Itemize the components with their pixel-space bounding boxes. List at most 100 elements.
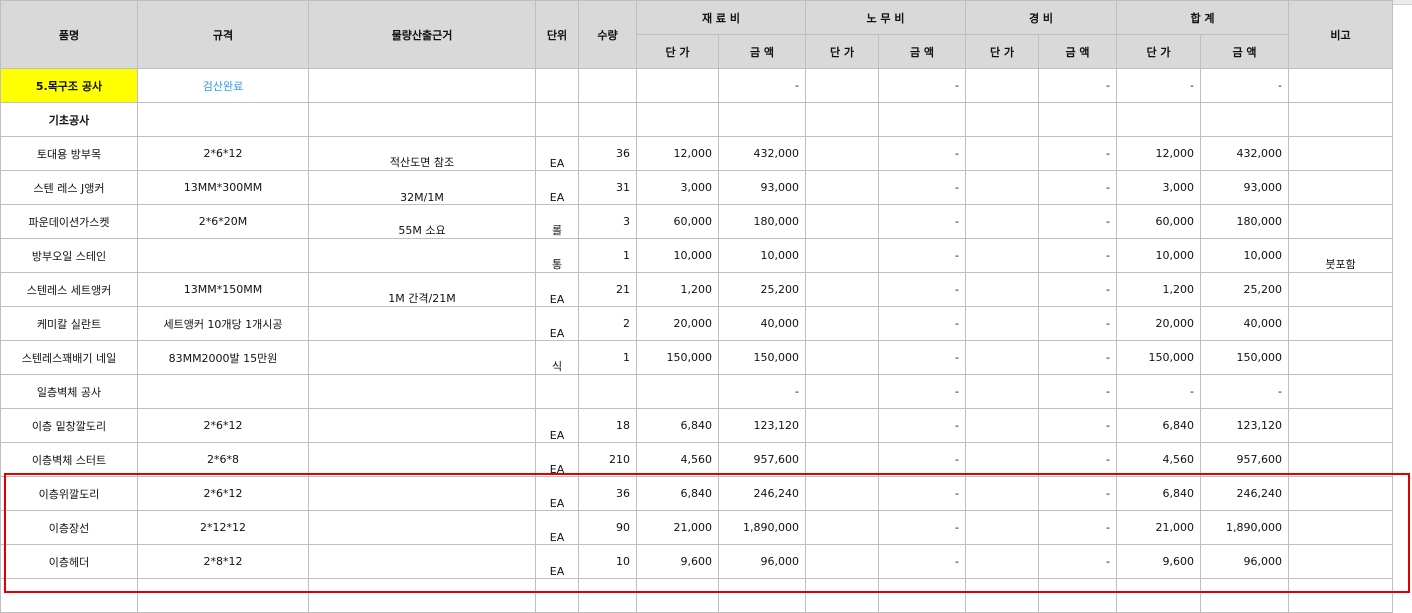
total-unit-price-cell[interactable]: 1,200	[1116, 272, 1202, 307]
note-cell[interactable]	[1288, 408, 1394, 443]
note-cell[interactable]	[1288, 204, 1394, 239]
basis-cell[interactable]	[308, 408, 536, 443]
note-cell[interactable]	[1288, 374, 1394, 409]
expense-amount-cell[interactable]	[1037, 102, 1118, 137]
material-unit-price-cell[interactable]: 150,000	[636, 340, 719, 375]
labor-amount-cell[interactable]: -	[878, 170, 966, 205]
total-unit-price-cell[interactable]: 9,600	[1116, 544, 1202, 579]
basis-cell[interactable]: 적산도면 참조	[308, 136, 536, 171]
basis-cell[interactable]	[308, 578, 536, 613]
total-amount-cell[interactable]	[1200, 102, 1290, 137]
expense-amount-cell[interactable]: -	[1037, 170, 1118, 205]
labor-unit-price-cell[interactable]	[805, 340, 879, 375]
note-cell[interactable]	[1288, 68, 1394, 103]
basis-cell[interactable]	[308, 238, 536, 273]
spec-cell[interactable]: 2*6*8	[137, 442, 309, 477]
labor-unit-price-cell[interactable]	[805, 544, 879, 579]
material-unit-price-cell[interactable]	[636, 578, 719, 613]
name-cell[interactable]: 5.목구조 공사	[0, 68, 138, 103]
total-unit-price-cell[interactable]: 20,000	[1116, 306, 1202, 341]
expense-unit-price-cell[interactable]	[965, 340, 1039, 375]
material-amount-cell[interactable]: 150,000	[718, 340, 806, 375]
expense-amount-cell[interactable]: -	[1037, 340, 1118, 375]
labor-unit-price-cell[interactable]	[805, 306, 879, 341]
total-unit-price-cell[interactable]: 6,840	[1116, 476, 1202, 511]
qty-cell[interactable]	[578, 374, 637, 409]
basis-cell[interactable]	[308, 306, 536, 341]
spec-cell[interactable]: 13MM*150MM	[137, 272, 309, 307]
expense-amount-cell[interactable]: -	[1037, 374, 1118, 409]
expense-unit-price-cell[interactable]	[965, 272, 1039, 307]
basis-cell[interactable]	[308, 510, 536, 545]
labor-unit-price-cell[interactable]	[805, 170, 879, 205]
spec-cell[interactable]: 83MM2000발 15만원	[137, 340, 309, 375]
labor-amount-cell[interactable]	[878, 578, 966, 613]
qty-cell[interactable]	[578, 578, 637, 613]
material-amount-cell[interactable]: 25,200	[718, 272, 806, 307]
basis-cell[interactable]: 1M 간격/21M	[308, 272, 536, 307]
name-cell[interactable]: 기초공사	[0, 102, 138, 137]
labor-unit-price-cell[interactable]	[805, 374, 879, 409]
material-amount-cell[interactable]: 180,000	[718, 204, 806, 239]
note-cell[interactable]	[1288, 544, 1394, 579]
header-basis[interactable]: 물량산출근거	[308, 0, 536, 69]
name-cell[interactable]: 이층장선	[0, 510, 138, 545]
expense-unit-price-cell[interactable]	[965, 306, 1039, 341]
qty-cell[interactable]: 36	[578, 476, 637, 511]
material-unit-price-cell[interactable]: 20,000	[636, 306, 719, 341]
labor-amount-cell[interactable]: -	[878, 510, 966, 545]
spec-cell[interactable]: 검산완료	[137, 68, 309, 103]
expense-unit-price-cell[interactable]	[965, 170, 1039, 205]
name-cell[interactable]: 이층 밑창깔도리	[0, 408, 138, 443]
name-cell[interactable]: 스텐레스꽤배기 네일	[0, 340, 138, 375]
total-amount-cell[interactable]: 123,120	[1200, 408, 1290, 443]
expense-unit-price-cell[interactable]	[965, 102, 1039, 137]
qty-cell[interactable]: 18	[578, 408, 637, 443]
total-unit-price-cell[interactable]: 10,000	[1116, 238, 1202, 273]
qty-cell[interactable]: 2	[578, 306, 637, 341]
labor-amount-cell[interactable]: -	[878, 306, 966, 341]
unit-cell[interactable]: 통	[535, 238, 579, 273]
expense-amount-cell[interactable]: -	[1037, 238, 1118, 273]
expense-amount-cell[interactable]: -	[1037, 204, 1118, 239]
name-cell[interactable]: 이층벽체 스터트	[0, 442, 138, 477]
name-cell[interactable]: 이층헤더	[0, 544, 138, 579]
qty-cell[interactable]: 31	[578, 170, 637, 205]
material-unit-price-cell[interactable]	[636, 102, 719, 137]
labor-unit-price-cell[interactable]	[805, 68, 879, 103]
total-unit-price-cell[interactable]: 150,000	[1116, 340, 1202, 375]
spec-cell[interactable]: 13MM*300MM	[137, 170, 309, 205]
qty-cell[interactable]	[578, 102, 637, 137]
material-amount-cell[interactable]: 957,600	[718, 442, 806, 477]
qty-cell[interactable]: 90	[578, 510, 637, 545]
total-unit-price-cell[interactable]	[1116, 578, 1202, 613]
expense-amount-cell[interactable]: -	[1037, 272, 1118, 307]
material-unit-price-cell[interactable]	[636, 68, 719, 103]
header-expense-unit-price[interactable]: 단 가	[965, 34, 1039, 69]
material-amount-cell[interactable]: 40,000	[718, 306, 806, 341]
qty-cell[interactable]: 1	[578, 238, 637, 273]
spec-cell[interactable]: 2*8*12	[137, 544, 309, 579]
expense-unit-price-cell[interactable]	[965, 442, 1039, 477]
labor-amount-cell[interactable]: -	[878, 68, 966, 103]
total-amount-cell[interactable]: 25,200	[1200, 272, 1290, 307]
basis-cell[interactable]	[308, 340, 536, 375]
header-total[interactable]: 합 계	[1116, 0, 1290, 35]
material-amount-cell[interactable]: -	[718, 374, 806, 409]
basis-cell[interactable]	[308, 544, 536, 579]
labor-amount-cell[interactable]: -	[878, 544, 966, 579]
total-unit-price-cell[interactable]: 6,840	[1116, 408, 1202, 443]
header-labor-amount[interactable]: 금 액	[878, 34, 966, 69]
basis-cell[interactable]	[308, 374, 536, 409]
unit-cell[interactable]: EA	[535, 510, 579, 545]
unit-cell[interactable]: EA	[535, 476, 579, 511]
expense-amount-cell[interactable]	[1037, 578, 1118, 613]
spec-cell[interactable]: 2*6*12	[137, 476, 309, 511]
header-total-unit-price[interactable]: 단 가	[1116, 34, 1202, 69]
labor-amount-cell[interactable]: -	[878, 442, 966, 477]
unit-cell[interactable]	[535, 68, 579, 103]
material-unit-price-cell[interactable]: 3,000	[636, 170, 719, 205]
labor-amount-cell[interactable]: -	[878, 408, 966, 443]
unit-cell[interactable]: EA	[535, 442, 579, 477]
labor-amount-cell[interactable]: -	[878, 238, 966, 273]
